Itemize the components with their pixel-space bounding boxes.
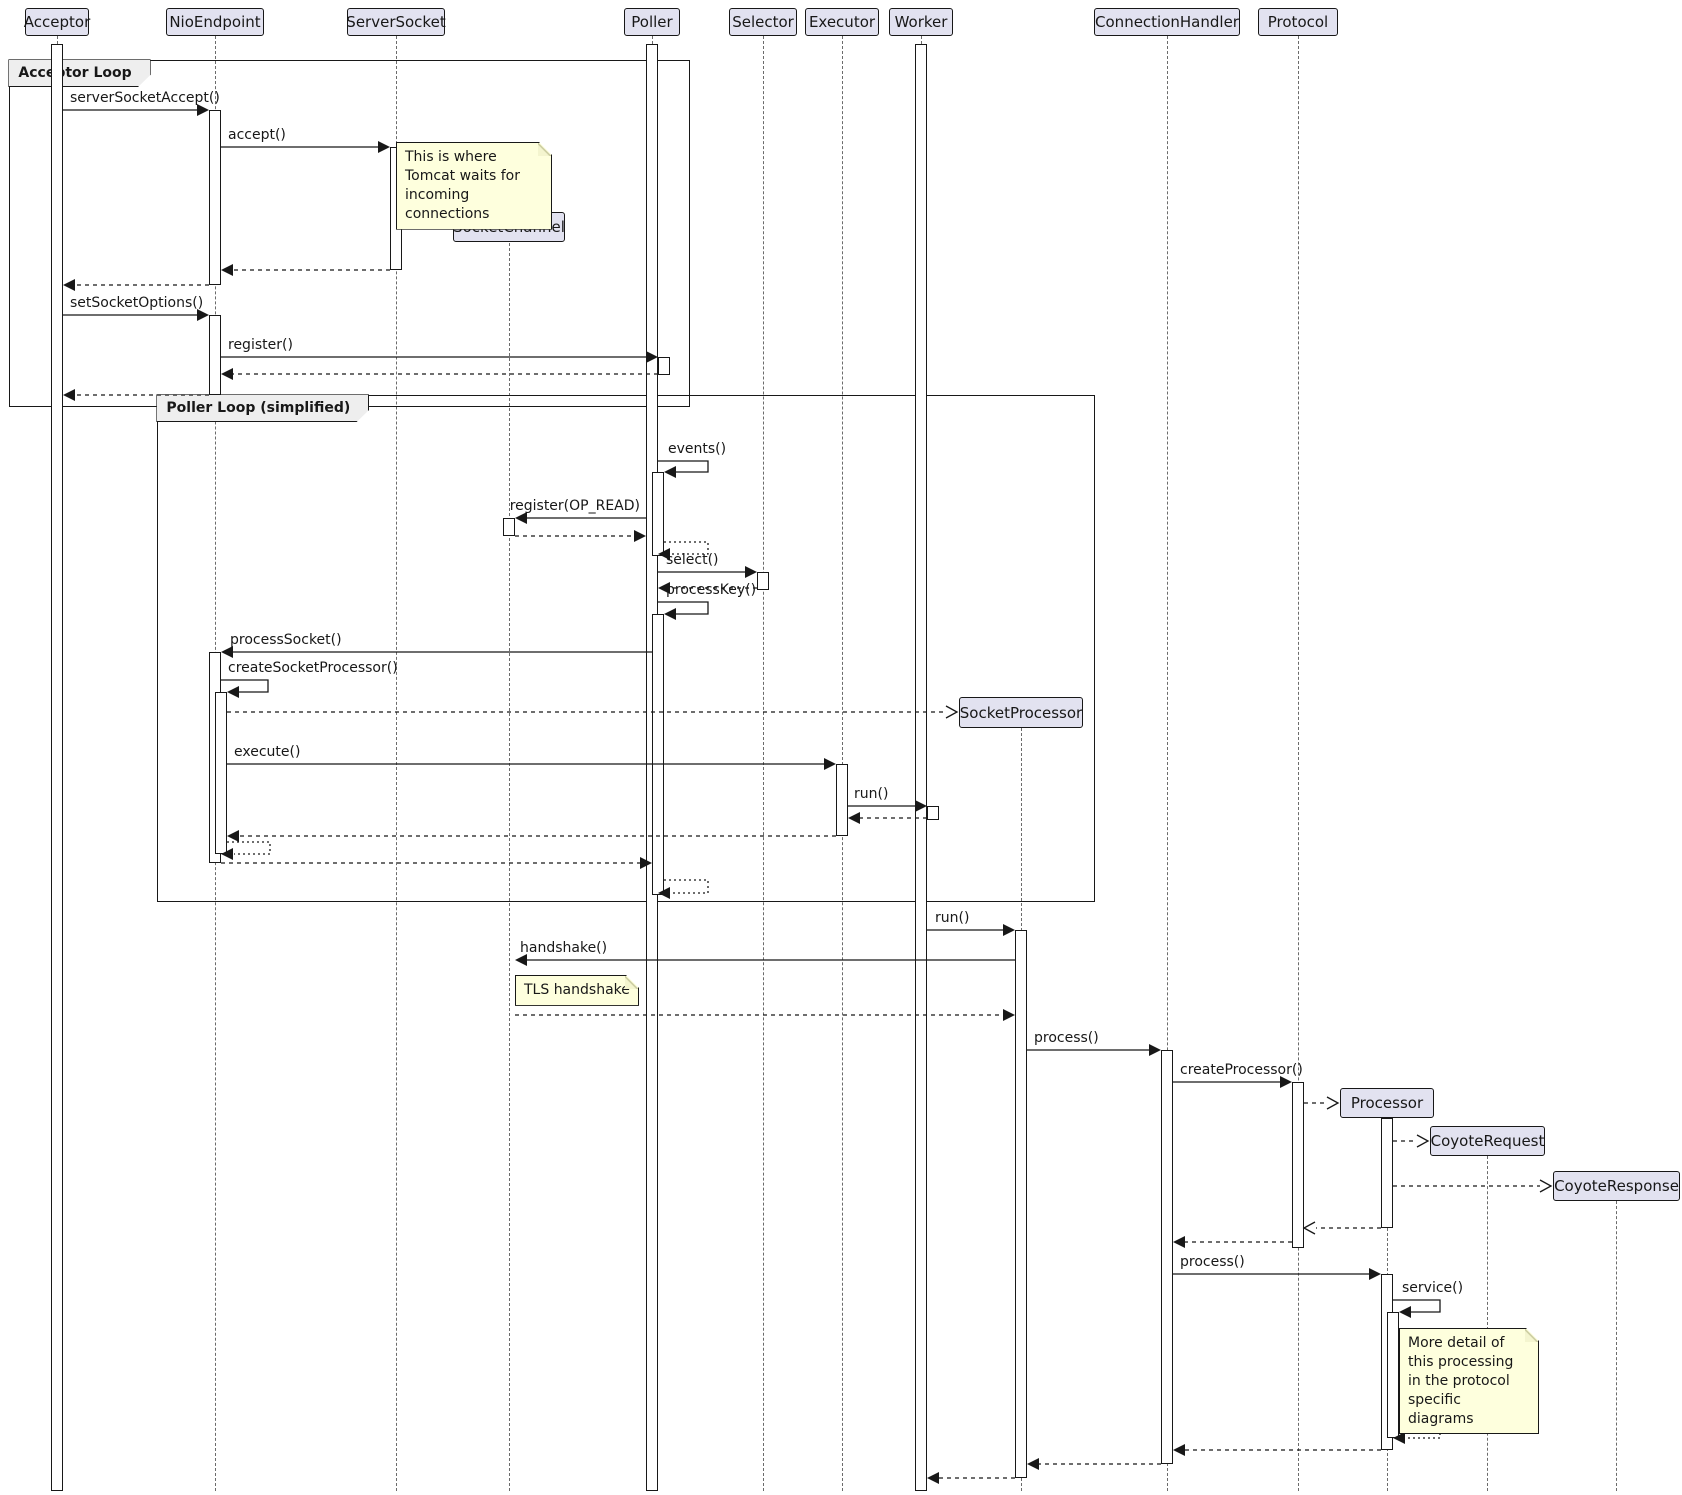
activation-nioendpoint-3-nested <box>215 692 227 854</box>
label-createsocketprocessor: createSocketProcessor() <box>228 660 398 676</box>
activation-selector <box>757 572 769 590</box>
label-accept: accept() <box>228 127 286 143</box>
return-createprocessor <box>1173 1236 1292 1248</box>
note-more-detail-text: More detail of this processing in the pr… <box>1408 1335 1513 1427</box>
return-handshake <box>515 1009 1015 1021</box>
note-tomcat-waits: This is where Tomcat waits for incoming … <box>396 142 552 230</box>
note-more-detail: More detail of this processing in the pr… <box>1399 1328 1539 1434</box>
label-process-processor: process() <box>1180 1254 1245 1270</box>
label-serversocketaccept: serverSocketAccept() <box>70 90 220 106</box>
frame-poller-loop-title: Poller Loop (simplified) <box>156 394 369 422</box>
activation-connectionhandler <box>1161 1050 1173 1464</box>
return-run-socketprocessor <box>927 1472 1015 1484</box>
label-run-worker: run() <box>854 786 888 802</box>
participant-connectionhandler: ConnectionHandler <box>1094 8 1240 36</box>
label-register-opread: register(OP_READ) <box>480 498 640 514</box>
activation-nioendpoint-1 <box>209 110 221 285</box>
create-coyoteresponse <box>1393 1180 1551 1192</box>
participant-worker: Worker <box>889 8 953 36</box>
note-tls-handshake-text: TLS handshake <box>524 982 630 998</box>
note-fold-icon <box>1525 1329 1538 1342</box>
participant-protocol: Protocol <box>1258 8 1338 36</box>
activation-poller-events <box>652 472 664 556</box>
lifeline-coyoterequest <box>1487 1156 1488 1491</box>
frame-acceptor-loop-title: Acceptor Loop <box>8 59 150 87</box>
label-register: register() <box>228 337 293 353</box>
note-tomcat-waits-text: This is where Tomcat waits for incoming … <box>405 149 520 222</box>
sequence-diagram: Acceptor Loop Poller Loop (simplified) <box>0 0 1682 1495</box>
create-processor <box>1304 1097 1338 1109</box>
lifeline-protocol <box>1298 36 1299 1491</box>
return-process-processor <box>1173 1444 1381 1456</box>
frame-poller-loop: Poller Loop (simplified) <box>157 395 1095 902</box>
participant-poller: Poller <box>624 8 680 36</box>
label-createprocessor: createProcessor() <box>1180 1062 1303 1078</box>
participant-socketprocessor: SocketProcessor <box>959 697 1083 728</box>
activation-executor <box>836 764 848 836</box>
create-coyoterequest <box>1393 1135 1428 1147</box>
activation-poller-register <box>658 357 670 375</box>
activation-processor-1 <box>1381 1118 1393 1228</box>
label-select: select() <box>666 552 719 568</box>
label-processsocket: processSocket() <box>230 632 342 648</box>
return-processor-creation <box>1304 1222 1381 1234</box>
label-process-connectionhandler: process() <box>1034 1030 1099 1046</box>
note-fold-icon <box>625 976 638 989</box>
activation-socketprocessor <box>1015 930 1027 1478</box>
participant-coyoteresponse: CoyoteResponse <box>1553 1171 1680 1201</box>
activation-processor-service <box>1387 1312 1399 1438</box>
participant-selector: Selector <box>729 8 797 36</box>
activation-nioendpoint-2 <box>209 315 221 395</box>
activation-protocol <box>1292 1082 1304 1248</box>
activation-poller-processkey <box>652 614 664 895</box>
label-events: events() <box>668 441 726 457</box>
participant-processor: Processor <box>1340 1088 1434 1118</box>
label-handshake: handshake() <box>520 940 607 956</box>
activation-worker-main <box>915 44 927 1491</box>
activation-worker-run <box>927 806 939 820</box>
activation-acceptor-main <box>51 44 63 1491</box>
label-processkey: processKey() <box>666 582 756 598</box>
label-execute: execute() <box>234 744 300 760</box>
participant-acceptor: Acceptor <box>25 8 89 36</box>
arrow-service-self <box>1393 1300 1440 1318</box>
label-service: service() <box>1402 1280 1463 1296</box>
label-setsocketoptions: setSocketOptions() <box>70 295 203 311</box>
participant-nioendpoint: NioEndpoint <box>166 8 264 36</box>
lifeline-coyoteresponse <box>1616 1201 1617 1491</box>
frame-acceptor-loop: Acceptor Loop <box>9 60 690 407</box>
activation-socketchannel-1 <box>503 518 515 536</box>
note-tls-handshake: TLS handshake <box>515 975 639 1006</box>
participant-coyoterequest: CoyoteRequest <box>1430 1126 1545 1156</box>
label-run-socketprocessor: run() <box>935 910 969 926</box>
participant-executor: Executor <box>805 8 879 36</box>
participant-serversocket: ServerSocket <box>347 8 445 36</box>
return-process-connectionhandler <box>1027 1458 1161 1470</box>
